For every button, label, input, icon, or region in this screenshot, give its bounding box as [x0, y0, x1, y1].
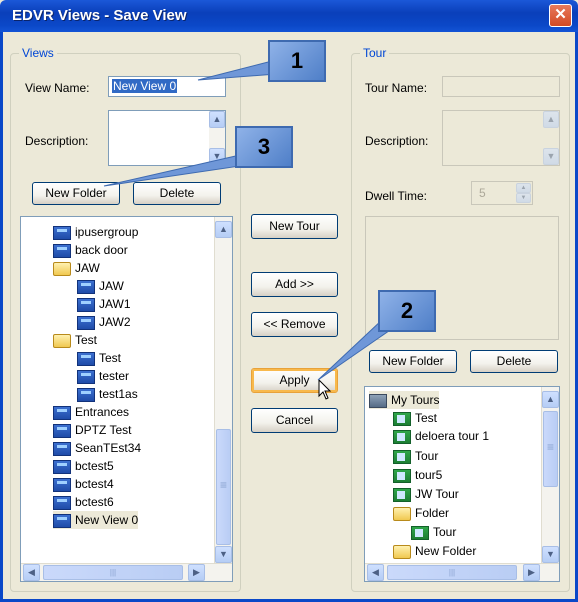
callout-pointers [103, 59, 397, 381]
callout-3: 3 [235, 126, 293, 168]
callout-2: 2 [378, 290, 436, 332]
callout-1: 1 [268, 40, 326, 82]
